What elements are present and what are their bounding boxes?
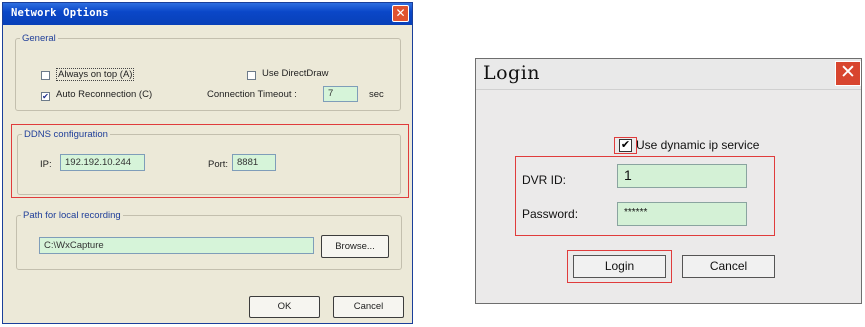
port-input[interactable]: 8881 xyxy=(232,154,276,171)
recording-path-input[interactable]: C:\WxCapture xyxy=(39,237,314,254)
port-label: Port: xyxy=(208,159,229,170)
recording-path-legend: Path for local recording xyxy=(23,210,121,221)
ip-label: IP: xyxy=(40,159,52,170)
auto-reconnection-label[interactable]: Auto Reconnection (C) xyxy=(56,89,152,100)
password-input[interactable]: ****** xyxy=(617,202,747,226)
dvr-id-input[interactable]: 1 xyxy=(617,164,747,188)
login-title: Login xyxy=(483,62,541,84)
browse-button[interactable]: Browse... xyxy=(321,235,389,258)
connection-timeout-input[interactable]: 7 xyxy=(323,86,358,102)
use-directdraw-checkbox[interactable] xyxy=(247,71,256,80)
network-options-window: Network Options ✕ General Always on top … xyxy=(2,2,413,324)
always-on-top-label[interactable]: Always on top (A) xyxy=(56,68,135,81)
cancel-button[interactable]: Cancel xyxy=(682,255,775,278)
close-icon[interactable]: ✕ xyxy=(835,61,861,86)
use-directdraw-label[interactable]: Use DirectDraw xyxy=(262,68,329,79)
auto-reconnection-checkbox[interactable]: ✔ xyxy=(41,92,50,101)
login-titlebar[interactable]: Login ✕ xyxy=(476,59,861,90)
ip-input[interactable]: 192.192.10.244 xyxy=(60,154,145,171)
timeout-unit-label: sec xyxy=(369,89,384,100)
general-legend: General xyxy=(22,33,56,44)
ok-button[interactable]: OK xyxy=(249,296,320,318)
login-window: Login ✕ ✔ Use dynamic ip service DVR ID:… xyxy=(475,58,862,304)
cancel-button[interactable]: Cancel xyxy=(333,296,404,318)
connection-timeout-label: Connection Timeout : xyxy=(207,89,297,100)
network-options-titlebar[interactable]: Network Options ✕ xyxy=(3,3,412,25)
dynamic-ip-label[interactable]: Use dynamic ip service xyxy=(636,138,759,152)
dynamic-ip-checkbox[interactable]: ✔ xyxy=(619,139,632,152)
close-icon[interactable]: ✕ xyxy=(392,5,409,22)
dvr-id-label: DVR ID: xyxy=(522,173,567,187)
password-label: Password: xyxy=(522,207,579,221)
login-button[interactable]: Login xyxy=(573,255,666,278)
network-options-title: Network Options xyxy=(11,7,109,19)
always-on-top-checkbox[interactable] xyxy=(41,71,50,80)
